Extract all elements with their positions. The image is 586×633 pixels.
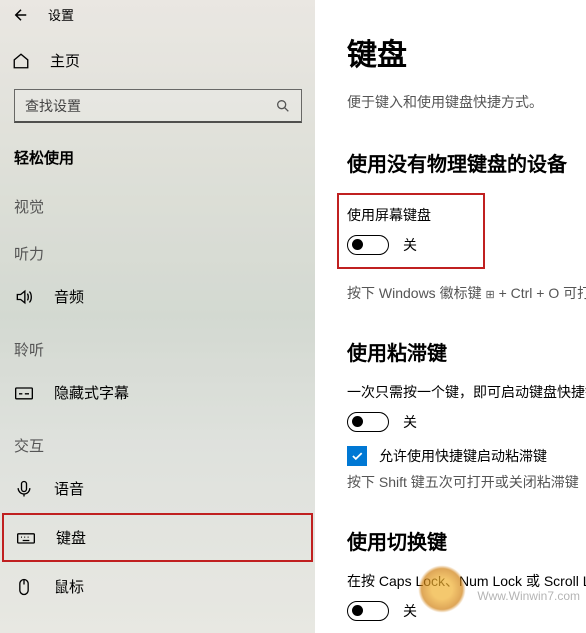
sticky-shortcut-checkbox[interactable] (347, 446, 367, 466)
page-description: 便于键入和使用键盘快捷方式。 (347, 92, 586, 112)
header-title: 设置 (48, 5, 74, 24)
section-interaction: 交互 (0, 417, 315, 464)
captions-icon (14, 383, 34, 403)
toggle-row: 关 (347, 412, 586, 432)
sidebar-item-keyboard[interactable]: 键盘 (2, 513, 313, 562)
sidebar-item-speech[interactable]: 语音 (0, 464, 315, 513)
nav-label: 鼠标 (54, 576, 84, 597)
checkbox-label: 允许使用快捷键启动粘滞键 (379, 446, 547, 466)
back-button[interactable] (12, 6, 30, 24)
toggle-state: 关 (403, 412, 417, 432)
section-title: 使用没有物理键盘的设备 (347, 148, 586, 177)
section-narration: 聆听 (0, 321, 315, 368)
settings-sidebar: 设置 主页 轻松使用 视觉 听力 音频 聆听 隐藏式字幕 交互 语音 (0, 0, 315, 633)
keyboard-icon (16, 528, 36, 548)
home-icon (12, 52, 30, 70)
hint-text: 按下 Shift 键五次可打开或关闭粘滞键 (347, 472, 586, 492)
sidebar-item-audio[interactable]: 音频 (0, 272, 315, 321)
nav-label: 语音 (54, 478, 84, 499)
section-sticky-keys: 使用粘滞键 一次只需按一个键，即可启动键盘快捷键 关 允许使用快捷键启动粘滞键 … (347, 337, 586, 492)
search-input[interactable] (25, 98, 275, 114)
page-title: 键盘 (347, 30, 586, 74)
toggle-keys-toggle[interactable] (347, 601, 389, 621)
setting-desc: 一次只需按一个键，即可启动键盘快捷键 (347, 382, 586, 402)
speaker-icon (14, 287, 34, 307)
toggle-state: 关 (403, 235, 417, 255)
section-title: 使用切换键 (347, 526, 586, 555)
back-arrow-icon (12, 6, 30, 24)
nav-label: 隐藏式字幕 (54, 382, 129, 403)
sidebar-item-captions[interactable]: 隐藏式字幕 (0, 368, 315, 417)
sticky-keys-toggle[interactable] (347, 412, 389, 432)
checkmark-icon (350, 449, 364, 463)
section-onscreen-keyboard: 使用没有物理键盘的设备 使用屏幕键盘 关 按下 Windows 徽标键 ⊞ + … (347, 148, 586, 303)
microphone-icon (14, 479, 34, 499)
home-label: 主页 (50, 50, 80, 71)
hint-text: 按下 Windows 徽标键 ⊞ + Ctrl + O 可打 (347, 283, 586, 303)
sidebar-item-mouse[interactable]: 鼠标 (0, 562, 315, 611)
section-vision: 视觉 (0, 178, 315, 225)
main-content: 键盘 便于键入和使用键盘快捷方式。 使用没有物理键盘的设备 使用屏幕键盘 关 按… (315, 0, 586, 633)
setting-desc: 在按 Caps Lock、Num Lock 或 Scroll Lo (347, 571, 586, 591)
section-title: 使用粘滞键 (347, 337, 586, 366)
setting-label: 使用屏幕键盘 (347, 205, 469, 225)
watermark: Www.Winwin7.com (477, 589, 580, 603)
toggle-row: 关 (347, 235, 469, 255)
sidebar-item-home[interactable]: 主页 (0, 36, 315, 85)
nav-label: 音频 (54, 286, 84, 307)
nav-label: 键盘 (56, 527, 86, 548)
mouse-icon (14, 577, 34, 597)
onscreen-keyboard-toggle[interactable] (347, 235, 389, 255)
header-row: 设置 (0, 0, 315, 36)
search-box[interactable] (14, 89, 302, 123)
windows-logo-icon: ⊞ (485, 288, 494, 301)
toggle-row: 关 (347, 601, 586, 621)
category-label: 轻松使用 (0, 139, 315, 178)
decorative-overlay (418, 565, 466, 613)
search-icon (275, 98, 291, 114)
section-toggle-keys: 使用切换键 在按 Caps Lock、Num Lock 或 Scroll Lo … (347, 526, 586, 621)
toggle-state: 关 (403, 601, 417, 621)
highlight-box: 使用屏幕键盘 关 (337, 193, 485, 269)
checkbox-row: 允许使用快捷键启动粘滞键 (347, 446, 586, 466)
section-hearing: 听力 (0, 225, 315, 272)
